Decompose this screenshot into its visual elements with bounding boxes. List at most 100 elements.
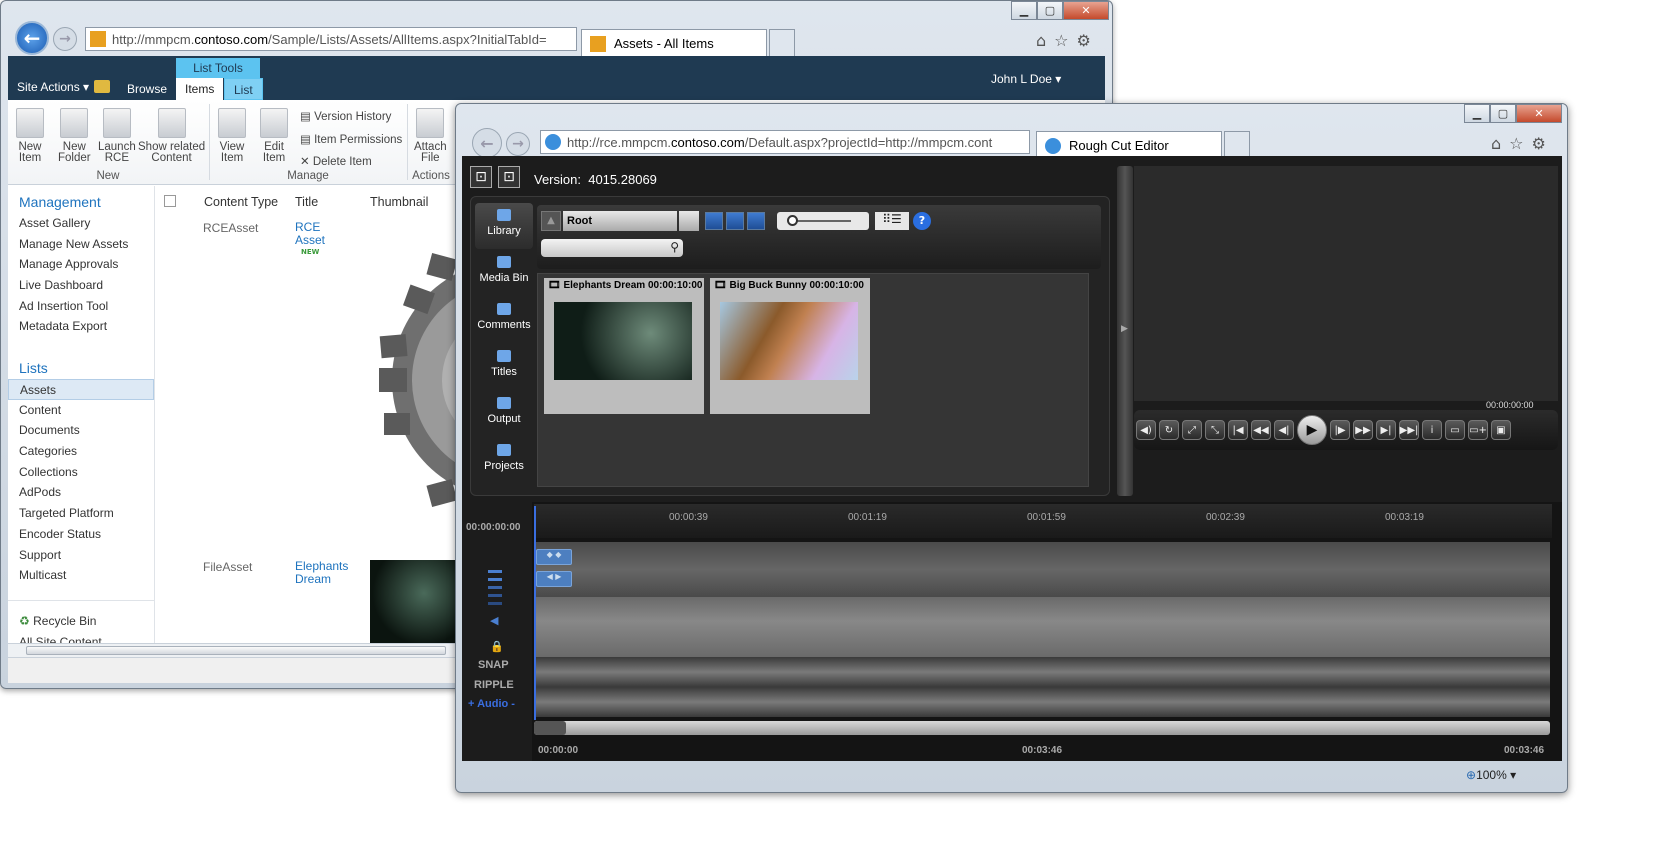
comment-icon[interactable]: ▭ [1445,420,1465,440]
item-permissions-button[interactable]: ▤ Item Permissions [300,129,402,152]
quicklaunch-management-heading[interactable]: Management [8,194,101,210]
quicklaunch-item[interactable]: Metadata Export [8,316,154,337]
next-marker-icon[interactable]: ▶▶| [1399,420,1419,440]
overlay-track[interactable] [534,657,1550,687]
loop-icon[interactable]: ↻ [1159,420,1179,440]
address-bar[interactable]: http://rce.mmpcm. contoso.com/Default.asp… [540,130,1030,154]
play-icon[interactable]: ▶ [1297,415,1327,445]
maximize-button[interactable]: ▢ [1490,104,1516,123]
dock-right-icon[interactable]: ⊡ [498,166,520,188]
elephants-dream-thumbnail[interactable] [370,560,460,643]
go-to-start-icon[interactable]: |◀ [1228,420,1248,440]
info-icon[interactable]: i [1422,420,1442,440]
tab-browse[interactable]: Browse [118,78,176,100]
minimize-button[interactable]: ▁ [1464,104,1490,123]
quicklaunch-item[interactable]: Manage New Assets [8,234,154,255]
minimize-button[interactable]: ▁ [1011,1,1037,20]
home-icon[interactable]: ⌂ [1491,134,1501,153]
ripple-toggle[interactable]: RIPPLE [474,679,514,691]
caption-icon[interactable]: ▣ [1491,420,1511,440]
rewind-icon[interactable]: ◀◀ [1251,420,1271,440]
edit-item-button[interactable]: Edit Item [260,108,288,164]
favorites-star-icon[interactable]: ☆ [1054,31,1068,50]
search-icon[interactable]: ⚲ [670,240,679,254]
help-icon[interactable]: ? [913,212,931,230]
row1-title-link[interactable]: RCE Asset [295,221,325,247]
dock-left-icon[interactable]: ⊡ [470,166,492,188]
view-toggle[interactable]: ⠿☰ [875,212,909,230]
grid-view-icon[interactable]: ⠿ [882,212,891,226]
quicklaunch-item[interactable]: Support [8,545,154,566]
video-track[interactable] [534,542,1550,597]
quicklaunch-item[interactable]: Targeted Platform [8,503,154,524]
attach-file-button[interactable]: Attach File [414,108,447,164]
recycle-bin-link[interactable]: ♻ Recycle Bin [8,611,96,632]
sidebar-output[interactable]: Output [475,397,533,444]
media-item-elephants-dream[interactable]: 🎞 Elephants Dream 00:00:10:00 [544,278,704,414]
favorites-star-icon[interactable]: ☆ [1509,134,1523,153]
new-tab-button[interactable] [1224,131,1250,159]
fast-forward-icon[interactable]: ▶▶ [1353,420,1373,440]
thumbnail-size-slider[interactable] [777,212,869,230]
row2-title-link[interactable]: Elephants Dream [295,560,348,586]
filter-video-icon[interactable] [705,212,723,230]
user-menu[interactable]: John L Doe ▾ [982,68,1070,90]
forward-button[interactable]: → [53,27,77,51]
quicklaunch-item[interactable]: Documents [8,420,154,441]
slider-thumb[interactable] [787,215,798,226]
show-related-content-button[interactable]: Show related Content [138,108,205,164]
column-header-thumbnail[interactable]: Thumbnail [370,195,428,209]
quicklaunch-item[interactable]: Multicast [8,565,154,586]
quicklaunch-lists-heading[interactable]: Lists [8,360,48,376]
view-item-button[interactable]: View Item [218,108,246,164]
track-zoom-bars[interactable] [488,570,502,605]
quicklaunch-item[interactable]: Collections [8,462,154,483]
tab-items[interactable]: Items [176,78,224,100]
back-button[interactable]: ← [15,21,49,55]
quicklaunch-item[interactable]: Ad Insertion Tool [8,296,154,317]
quicklaunch-item[interactable]: Categories [8,441,154,462]
column-header-content-type[interactable]: Content Type [204,195,278,209]
audio-track[interactable] [534,597,1550,657]
go-to-end-icon[interactable]: ▶| [1376,420,1396,440]
quicklaunch-item[interactable]: Assets [8,379,154,400]
site-actions-menu[interactable]: Site Actions ▾ [8,76,98,98]
select-all-checkbox[interactable] [164,195,176,207]
column-header-title[interactable]: Title [295,195,318,209]
filter-audio-icon[interactable] [726,212,744,230]
media-item-big-buck-bunny[interactable]: 🎞 Big Buck Bunny 00:00:10:00 [710,278,870,414]
video-player[interactable] [1134,166,1558,401]
audio-track-toggle[interactable]: + Audio - [468,698,515,710]
zoom-level[interactable]: ⊕100% ▾ [1466,768,1516,782]
back-button[interactable]: ← [472,128,502,158]
quicklaunch-item[interactable]: Live Dashboard [8,275,154,296]
launch-rce-button[interactable]: Launch RCE [98,108,136,164]
version-history-button[interactable]: ▤ Version History [300,106,402,129]
address-bar[interactable]: http://mmpcm. contoso.com/Sample/Lists/As… [85,27,577,51]
close-button[interactable]: ✕ [1516,104,1562,123]
expand-arrow-icon[interactable]: ▶ [1121,324,1128,334]
folder-dropdown[interactable] [679,211,699,231]
track-collapse-button[interactable]: ◆ ◆ [536,549,572,565]
quicklaunch-item[interactable]: AdPods [8,482,154,503]
quicklaunch-item[interactable]: Content [8,400,154,421]
tab-assets[interactable]: Assets - All Items [581,29,767,57]
ad-track[interactable] [534,687,1550,717]
quicklaunch-item[interactable]: Asset Gallery [8,213,154,234]
list-view-icon[interactable]: ☰ [891,212,902,226]
new-item-button[interactable]: New Item [16,108,44,164]
close-button[interactable]: ✕ [1063,1,1109,20]
timeline-scrollbar[interactable] [534,721,1550,735]
track-volume-icon[interactable]: ◀ [490,614,498,627]
panel-splitter[interactable]: ▶ [1117,166,1133,496]
step-forward-icon[interactable]: |▶ [1330,420,1350,440]
playhead[interactable] [534,506,536,720]
sidebar-comments[interactable]: Comments [475,303,533,350]
add-comment-icon[interactable]: ▭+ [1468,420,1488,440]
sidebar-titles[interactable]: Titles [475,350,533,397]
navigate-up-icon[interactable] [94,80,110,93]
tab-list[interactable]: List [224,78,263,100]
sidebar-media-bin[interactable]: Media Bin [475,256,533,303]
tools-gear-icon[interactable]: ⚙ [1532,134,1546,153]
gear-thumbnail[interactable] [372,240,462,520]
